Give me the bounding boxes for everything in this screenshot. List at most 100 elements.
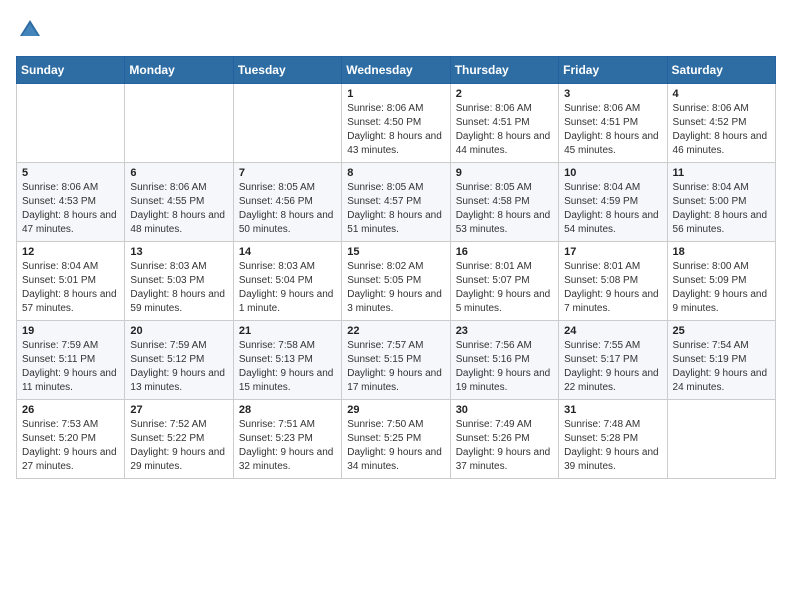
day-number: 25 [673,325,770,337]
calendar-cell: 13 Sunrise: 8:03 AM Sunset: 5:03 PM Dayli… [125,242,233,321]
day-info: Sunrise: 7:49 AM Sunset: 5:26 PM Dayligh… [456,418,553,474]
day-number: 13 [130,246,227,258]
day-header-sunday: Sunday [17,57,125,84]
day-info: Sunrise: 7:59 AM Sunset: 5:12 PM Dayligh… [130,339,227,395]
calendar-cell: 16 Sunrise: 8:01 AM Sunset: 5:07 PM Dayli… [450,242,558,321]
calendar-cell [667,400,775,479]
day-number: 16 [456,246,553,258]
day-number: 20 [130,325,227,337]
calendar-week-row: 12Sunrise: 8:04 AM Sunset: 5:01 PM Dayli… [17,242,776,321]
day-number: 8 [347,167,444,179]
calendar-cell: 7 Sunrise: 8:05 AM Sunset: 4:56 PM Daylig… [233,163,341,242]
day-info: Sunrise: 7:57 AM Sunset: 5:15 PM Dayligh… [347,339,444,395]
calendar-cell: 8 Sunrise: 8:05 AM Sunset: 4:57 PM Daylig… [342,163,450,242]
calendar-cell: 6 Sunrise: 8:06 AM Sunset: 4:55 PM Daylig… [125,163,233,242]
day-header-thursday: Thursday [450,57,558,84]
calendar-week-row: 5 Sunrise: 8:06 AM Sunset: 4:53 PM Daylig… [17,163,776,242]
day-number: 14 [239,246,336,258]
day-header-tuesday: Tuesday [233,57,341,84]
calendar-week-row: 19 Sunrise: 7:59 AM Sunset: 5:11 PM Dayli… [17,321,776,400]
calendar-header-row: SundayMondayTuesdayWednesdayThursdayFrid… [17,57,776,84]
day-info: Sunrise: 8:05 AM Sunset: 4:56 PM Dayligh… [239,181,336,237]
day-info: Sunrise: 8:02 AM Sunset: 5:05 PM Dayligh… [347,260,444,316]
day-number: 28 [239,404,336,416]
calendar-cell: 18 Sunrise: 8:00 AM Sunset: 5:09 PM Dayli… [667,242,775,321]
day-number: 15 [347,246,444,258]
day-number: 1 [347,88,444,100]
day-info: Sunrise: 7:54 AM Sunset: 5:19 PM Dayligh… [673,339,770,395]
day-info: Sunrise: 7:50 AM Sunset: 5:25 PM Dayligh… [347,418,444,474]
calendar-cell [17,84,125,163]
day-number: 4 [673,88,770,100]
day-info: Sunrise: 8:04 AM Sunset: 5:00 PM Dayligh… [673,181,770,237]
calendar-table: SundayMondayTuesdayWednesdayThursdayFrid… [16,56,776,479]
day-info: Sunrise: 7:56 AM Sunset: 5:16 PM Dayligh… [456,339,553,395]
day-number: 18 [673,246,770,258]
calendar-cell: 30 Sunrise: 7:49 AM Sunset: 5:26 PM Dayli… [450,400,558,479]
day-info: Sunrise: 7:51 AM Sunset: 5:23 PM Dayligh… [239,418,336,474]
day-info: Sunrise: 8:04 AM Sunset: 4:59 PM Dayligh… [564,181,661,237]
day-number: 30 [456,404,553,416]
day-info: Sunrise: 7:55 AM Sunset: 5:17 PM Dayligh… [564,339,661,395]
calendar-cell: 22 Sunrise: 7:57 AM Sunset: 5:15 PM Dayli… [342,321,450,400]
day-info: Sunrise: 8:05 AM Sunset: 4:57 PM Dayligh… [347,181,444,237]
calendar-cell: 11Sunrise: 8:04 AM Sunset: 5:00 PM Dayli… [667,163,775,242]
day-number: 21 [239,325,336,337]
calendar-cell: 15 Sunrise: 8:02 AM Sunset: 5:05 PM Dayli… [342,242,450,321]
day-info: Sunrise: 8:04 AM Sunset: 5:01 PM Dayligh… [22,260,119,316]
day-number: 29 [347,404,444,416]
day-number: 2 [456,88,553,100]
day-number: 27 [130,404,227,416]
calendar-cell: 5 Sunrise: 8:06 AM Sunset: 4:53 PM Daylig… [17,163,125,242]
day-info: Sunrise: 7:48 AM Sunset: 5:28 PM Dayligh… [564,418,661,474]
day-number: 17 [564,246,661,258]
day-number: 23 [456,325,553,337]
calendar-cell: 23 Sunrise: 7:56 AM Sunset: 5:16 PM Dayli… [450,321,558,400]
calendar-cell: 25 Sunrise: 7:54 AM Sunset: 5:19 PM Dayli… [667,321,775,400]
day-info: Sunrise: 7:59 AM Sunset: 5:11 PM Dayligh… [22,339,119,395]
logo [16,16,48,44]
logo-icon [16,16,44,44]
day-info: Sunrise: 8:06 AM Sunset: 4:50 PM Dayligh… [347,102,444,158]
calendar-cell: 21 Sunrise: 7:58 AM Sunset: 5:13 PM Dayli… [233,321,341,400]
day-header-friday: Friday [559,57,667,84]
day-info: Sunrise: 7:53 AM Sunset: 5:20 PM Dayligh… [22,418,119,474]
day-info: Sunrise: 8:05 AM Sunset: 4:58 PM Dayligh… [456,181,553,237]
calendar-cell: 10Sunrise: 8:04 AM Sunset: 4:59 PM Dayli… [559,163,667,242]
day-info: Sunrise: 8:06 AM Sunset: 4:52 PM Dayligh… [673,102,770,158]
day-info: Sunrise: 8:00 AM Sunset: 5:09 PM Dayligh… [673,260,770,316]
calendar-cell: 4 Sunrise: 8:06 AM Sunset: 4:52 PM Daylig… [667,84,775,163]
day-header-wednesday: Wednesday [342,57,450,84]
calendar-cell: 19 Sunrise: 7:59 AM Sunset: 5:11 PM Dayli… [17,321,125,400]
day-number: 26 [22,404,119,416]
calendar-cell: 2 Sunrise: 8:06 AM Sunset: 4:51 PM Daylig… [450,84,558,163]
day-number: 5 [22,167,119,179]
day-number: 7 [239,167,336,179]
calendar-week-row: 1 Sunrise: 8:06 AM Sunset: 4:50 PM Daylig… [17,84,776,163]
day-info: Sunrise: 8:01 AM Sunset: 5:08 PM Dayligh… [564,260,661,316]
calendar-cell [125,84,233,163]
calendar-cell: 9Sunrise: 8:05 AM Sunset: 4:58 PM Daylig… [450,163,558,242]
calendar-cell: 31 Sunrise: 7:48 AM Sunset: 5:28 PM Dayli… [559,400,667,479]
day-info: Sunrise: 7:58 AM Sunset: 5:13 PM Dayligh… [239,339,336,395]
calendar-cell: 1 Sunrise: 8:06 AM Sunset: 4:50 PM Daylig… [342,84,450,163]
day-info: Sunrise: 8:01 AM Sunset: 5:07 PM Dayligh… [456,260,553,316]
day-info: Sunrise: 8:03 AM Sunset: 5:03 PM Dayligh… [130,260,227,316]
day-number: 6 [130,167,227,179]
day-info: Sunrise: 8:06 AM Sunset: 4:55 PM Dayligh… [130,181,227,237]
calendar-cell: 29 Sunrise: 7:50 AM Sunset: 5:25 PM Dayli… [342,400,450,479]
calendar-cell: 14Sunrise: 8:03 AM Sunset: 5:04 PM Dayli… [233,242,341,321]
calendar-cell: 12Sunrise: 8:04 AM Sunset: 5:01 PM Dayli… [17,242,125,321]
calendar-cell [233,84,341,163]
calendar-cell: 28 Sunrise: 7:51 AM Sunset: 5:23 PM Dayli… [233,400,341,479]
day-number: 31 [564,404,661,416]
day-number: 3 [564,88,661,100]
day-info: Sunrise: 8:06 AM Sunset: 4:51 PM Dayligh… [564,102,661,158]
day-info: Sunrise: 8:06 AM Sunset: 4:53 PM Dayligh… [22,181,119,237]
day-number: 22 [347,325,444,337]
calendar-week-row: 26 Sunrise: 7:53 AM Sunset: 5:20 PM Dayli… [17,400,776,479]
calendar-cell: 26 Sunrise: 7:53 AM Sunset: 5:20 PM Dayli… [17,400,125,479]
day-number: 19 [22,325,119,337]
calendar-cell: 27Sunrise: 7:52 AM Sunset: 5:22 PM Dayli… [125,400,233,479]
day-info: Sunrise: 8:06 AM Sunset: 4:51 PM Dayligh… [456,102,553,158]
